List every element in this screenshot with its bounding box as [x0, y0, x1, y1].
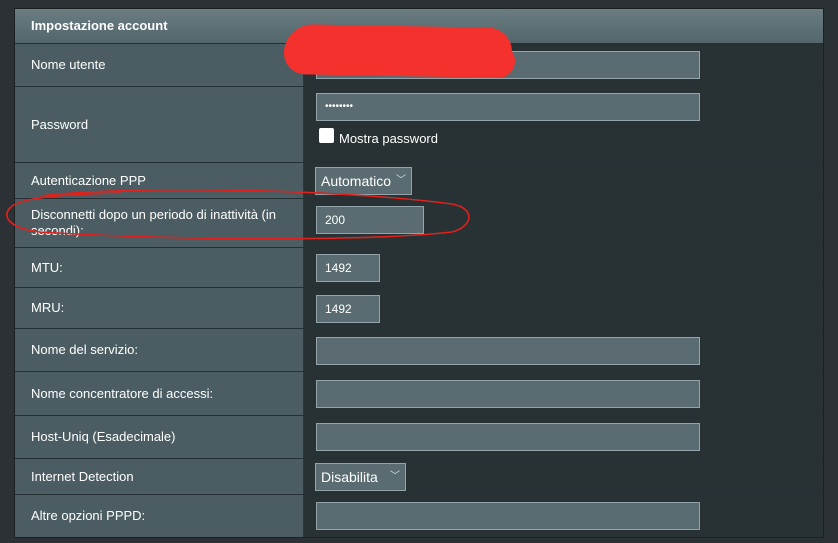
row-mru: MRU: 1492 [15, 287, 823, 328]
idle-disconnect-input[interactable]: 200 [316, 206, 424, 234]
chevron-down-icon: ﹀ [396, 175, 406, 186]
service-name-label: Nome del servizio: [31, 342, 138, 357]
mtu-input[interactable]: 1492 [316, 254, 380, 282]
password-input[interactable]: •••••••• [316, 93, 700, 121]
ppp-auth-selected: Automatico [321, 173, 392, 189]
service-name-input[interactable] [316, 337, 700, 365]
username-label: Nome utente [31, 57, 106, 72]
row-internet-detection: Internet Detection Disabilita ﹀ [15, 458, 823, 494]
mru-label: MRU: [31, 300, 65, 315]
ppp-auth-select[interactable]: Automatico ﹀ [315, 167, 412, 195]
host-uniq-input[interactable] [316, 423, 700, 451]
host-uniq-label: Host-Uniq (Esadecimale) [31, 429, 176, 444]
ppp-auth-label: Autenticazione PPP [31, 172, 146, 188]
row-pppd-options: Altre opzioni PPPD: [15, 494, 823, 537]
internet-detection-selected: Disabilita [321, 469, 378, 485]
account-settings-panel: Impostazione account Nome utente Passwor… [14, 8, 824, 538]
mtu-label: MTU: [31, 259, 63, 275]
password-label: Password [31, 116, 89, 132]
row-ppp-auth: Autenticazione PPP Automatico ﹀ [15, 162, 823, 198]
internet-detection-select[interactable]: Disabilita ﹀ [315, 463, 406, 491]
idle-disconnect-label: Disconnetti dopo un periodo di inattivit… [31, 207, 276, 238]
row-service-name: Nome del servizio: [15, 328, 823, 371]
show-password-label[interactable]: Mostra password [339, 131, 438, 146]
mru-input[interactable]: 1492 [316, 295, 380, 323]
row-access-concentrator: Nome concentratore di accessi: [15, 371, 823, 415]
redaction-mark-tail [455, 44, 515, 78]
chevron-down-icon: ﹀ [390, 471, 400, 482]
access-concentrator-label: Nome concentratore di accessi: [31, 385, 214, 401]
row-password: Password •••••••• Mostra password [15, 86, 823, 162]
pppd-options-label: Altre opzioni PPPD: [31, 508, 146, 523]
access-concentrator-input[interactable] [316, 380, 700, 408]
show-password-checkbox[interactable] [319, 128, 334, 143]
row-mtu: MTU: 1492 [15, 247, 823, 287]
row-idle-disconnect: Disconnetti dopo un periodo di inattivit… [15, 198, 823, 247]
internet-detection-label: Internet Detection [31, 468, 134, 484]
row-host-uniq: Host-Uniq (Esadecimale) [15, 415, 823, 458]
pppd-options-input[interactable] [316, 502, 700, 530]
